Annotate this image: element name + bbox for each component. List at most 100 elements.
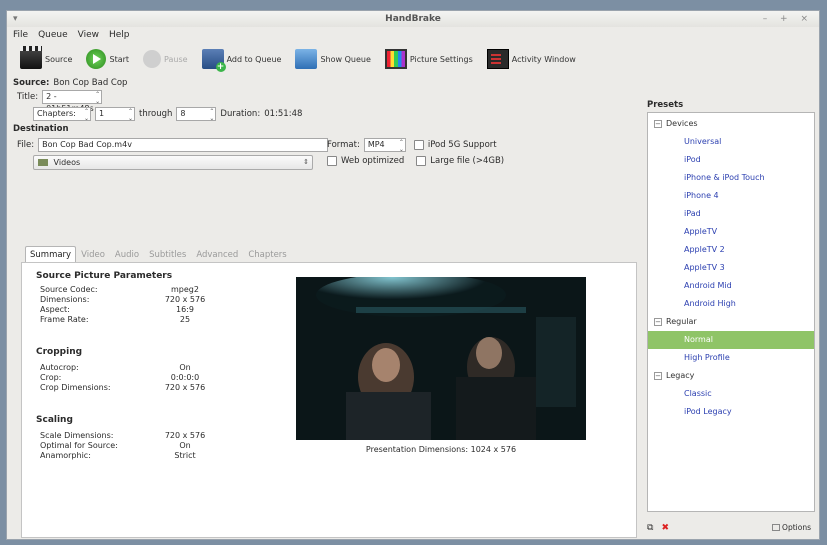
web-optimized-label: Web optimized: [341, 156, 405, 166]
picture-settings-label: Picture Settings: [409, 54, 473, 64]
preset-item[interactable]: iPad: [648, 205, 814, 223]
tab-chapters[interactable]: Chapters: [243, 246, 291, 262]
kv-value: 720 x 576: [164, 383, 206, 392]
kv-key: Autocrop:: [40, 363, 79, 372]
preset-item[interactable]: Classic: [648, 385, 814, 403]
kv-key: Crop:: [40, 373, 62, 382]
preset-item-selected[interactable]: Normal: [648, 331, 814, 349]
delete-preset-icon[interactable]: ✖: [661, 523, 669, 533]
kv-key: Crop Dimensions:: [40, 383, 111, 392]
preset-group-devices[interactable]: − Devices: [648, 115, 814, 133]
preset-item[interactable]: iPhone & iPod Touch: [648, 169, 814, 187]
activity-window-label: Activity Window: [511, 54, 576, 64]
preset-item[interactable]: AppleTV 3: [648, 259, 814, 277]
picture-settings-button[interactable]: Picture Settings: [380, 46, 478, 72]
kv-key: Source Codec:: [40, 285, 98, 294]
preset-group-label: Regular: [666, 317, 697, 326]
format-select[interactable]: MP4: [363, 138, 406, 153]
scaling-rows: Scale Dimensions: 720 x 576 Optimal for S…: [40, 431, 220, 461]
folder-chooser[interactable]: Videos ⇕: [33, 155, 313, 170]
cropping-rows: Autocrop: On Crop: 0:0:0:0 Crop Dimensions…: [40, 363, 220, 393]
menu-view[interactable]: View: [78, 30, 99, 40]
collapse-icon[interactable]: −: [654, 371, 662, 380]
add-preset-icon[interactable]: ⧉: [647, 523, 653, 533]
options-label: Options: [782, 523, 811, 532]
destination-title: Destination: [13, 124, 69, 134]
handbrake-window: ▾ HandBrake – + × File Queue View Help S…: [6, 10, 820, 540]
pause-button-label: Pause: [164, 54, 188, 64]
show-queue-button[interactable]: Show Queue: [290, 46, 375, 72]
kv-value: 720 x 576: [164, 295, 206, 304]
destination-heading: Destination: [13, 124, 69, 134]
title-select[interactable]: 2 - 01h51m48s: [42, 90, 103, 113]
collapse-icon[interactable]: −: [654, 317, 662, 326]
kv-value: On: [179, 363, 191, 372]
preset-group-label: Legacy: [666, 371, 695, 380]
source-label: Source:: [13, 78, 50, 88]
chapter-end-field[interactable]: 8: [176, 107, 217, 122]
settings-tabs: Summary Video Audio Subtitles Advanced C…: [25, 246, 292, 262]
tab-video[interactable]: Video: [76, 246, 110, 262]
web-optimized-checkbox[interactable]: [327, 156, 337, 166]
title-label: Title:: [17, 92, 39, 102]
add-to-queue-label: Add to Queue: [226, 54, 282, 64]
menu-help[interactable]: Help: [109, 30, 130, 40]
large-file-checkbox[interactable]: [416, 156, 427, 166]
file-input[interactable]: Bon Cop Bad Cop.m4v: [38, 138, 329, 152]
preset-item[interactable]: Android Mid: [648, 277, 814, 295]
ipod-5g-checkbox[interactable]: [413, 140, 424, 150]
activity-window-button[interactable]: Activity Window: [482, 46, 581, 72]
presets-heading: Presets: [647, 100, 684, 110]
preset-item[interactable]: Universal: [648, 133, 814, 151]
tab-subtitles[interactable]: Subtitles: [144, 246, 191, 262]
folder-icon: [38, 159, 48, 166]
file-label: File:: [17, 140, 35, 150]
kv-value: Strict: [174, 451, 196, 460]
large-file-label: Large file (>4GB): [430, 156, 505, 166]
add-to-queue-button[interactable]: Add to Queue: [197, 46, 287, 72]
summary-panel: Source Picture Parameters Source Codec: m…: [21, 262, 637, 538]
tab-advanced[interactable]: Advanced: [191, 246, 243, 262]
preset-item[interactable]: iPod Legacy: [648, 403, 814, 421]
preset-group-legacy[interactable]: − Legacy: [648, 367, 814, 385]
kv-value: 0:0:0:0: [170, 373, 200, 382]
through-label: through: [139, 109, 173, 119]
file-row: File: Bon Cop Bad Cop.m4v: [17, 138, 329, 152]
preview-image[interactable]: [296, 277, 586, 440]
pause-button[interactable]: Pause: [138, 46, 193, 72]
menu-queue[interactable]: Queue: [38, 30, 68, 40]
ipod-5g-label: iPod 5G Support: [427, 140, 497, 150]
tab-summary[interactable]: Summary: [25, 246, 77, 262]
options-button[interactable]: Options: [772, 523, 811, 532]
preset-group-regular[interactable]: − Regular: [648, 313, 814, 331]
menu-file[interactable]: File: [13, 30, 28, 40]
kv-value: 16:9: [176, 305, 194, 314]
source-button-label: Source: [45, 54, 73, 64]
terminal-icon: [486, 49, 509, 69]
source-button[interactable]: Source: [15, 46, 77, 72]
preset-item[interactable]: AppleTV 2: [648, 241, 814, 259]
format-label: Format:: [327, 140, 360, 150]
preset-item[interactable]: Android High: [648, 295, 814, 313]
kv-key: Scale Dimensions:: [40, 431, 114, 440]
clapperboard-icon: [20, 46, 42, 69]
kv-value: On: [179, 441, 191, 450]
preset-item[interactable]: iPod: [648, 151, 814, 169]
presentation-dimensions: Presentation Dimensions: 1024 x 576: [365, 445, 517, 454]
kv-key: Optimal for Source:: [40, 441, 118, 450]
folder-row: Videos ⇕: [33, 155, 313, 170]
preset-item[interactable]: AppleTV: [648, 223, 814, 241]
preset-item[interactable]: High Profile: [648, 349, 814, 367]
chapter-start-field[interactable]: 1: [95, 107, 135, 122]
tab-audio[interactable]: Audio: [110, 246, 144, 262]
kv-value: 25: [179, 315, 191, 324]
pause-icon: [143, 50, 162, 68]
start-button[interactable]: Start: [81, 46, 134, 72]
folder-name: Videos: [53, 158, 81, 167]
title-row: Title: 2 - 01h51m48s: [17, 90, 103, 113]
window-menu-icon[interactable]: ▾: [13, 11, 18, 27]
collapse-icon[interactable]: −: [654, 119, 662, 128]
window-controls[interactable]: – + ×: [763, 11, 813, 27]
preset-item[interactable]: iPhone 4: [648, 187, 814, 205]
chapters-mode-select[interactable]: Chapters:: [33, 107, 91, 122]
